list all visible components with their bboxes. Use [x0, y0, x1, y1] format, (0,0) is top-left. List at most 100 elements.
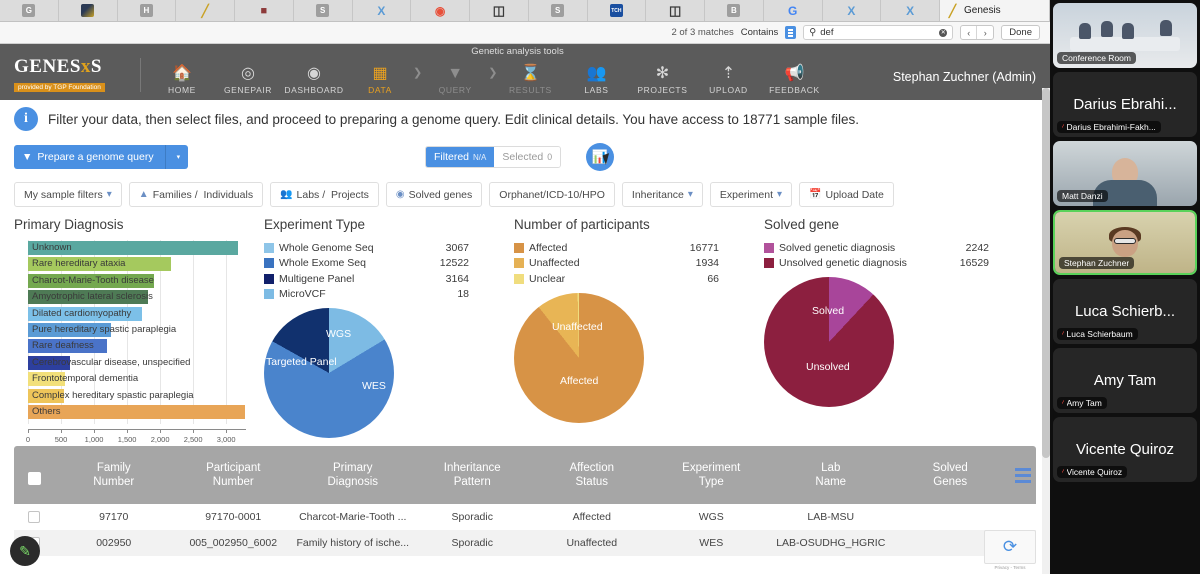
filter-inheritance[interactable]: Inheritance ▾: [621, 182, 703, 207]
x-favicon: X: [377, 3, 386, 18]
book-favicon: ■: [260, 4, 268, 17]
bar-row[interactable]: Charcot-Marie-Tooth disease: [28, 273, 246, 289]
participant-name: Amy Tam: [1066, 398, 1102, 408]
column-header[interactable]: Solved Genes: [891, 461, 1011, 489]
browser-tab[interactable]: G: [763, 0, 823, 21]
column-header[interactable]: Inheritance Pattern: [413, 461, 533, 489]
video-tile[interactable]: Matt Danzi: [1053, 141, 1197, 206]
nav-item-projects[interactable]: ✻ PROJECTS: [629, 65, 695, 95]
browser-tab[interactable]: X: [352, 0, 412, 21]
nav-item-data[interactable]: ▦ DATA: [347, 65, 413, 95]
column-header[interactable]: Affection Status: [532, 461, 652, 489]
filter-solved-genes[interactable]: ◉ Solved genes: [385, 182, 483, 207]
pie-circle[interactable]: Solved Unsolved: [764, 277, 894, 407]
nav-item-home[interactable]: 🏠 HOME: [149, 65, 215, 95]
navbar-caption: Genetic analysis tools: [471, 46, 564, 57]
video-tile[interactable]: Amy Tam ∕ Amy Tam: [1053, 348, 1197, 413]
axis-tick-label: 0: [25, 435, 31, 444]
browser-tab[interactable]: H: [117, 0, 177, 21]
nav-item-feedback[interactable]: 📢 FEEDBACK: [761, 65, 827, 95]
nav-item-results[interactable]: ⌛ RESULTS: [497, 65, 563, 95]
bar-row[interactable]: Dilated cardiomyopathy: [28, 306, 246, 322]
sort-lines-icon[interactable]: [1010, 467, 1036, 483]
filter-upload-date[interactable]: 📅 Upload Date: [799, 182, 894, 207]
bar-row[interactable]: Pure hereditary spastic paraplegia: [28, 322, 246, 338]
table-row[interactable]: 97170 97170-0001 Charcot-Marie-Tooth ... Sp…: [14, 504, 1036, 530]
bar-label: Charcot-Marie-Tooth disease: [32, 274, 154, 286]
video-tile[interactable]: Conference Room: [1053, 3, 1197, 68]
column-header[interactable]: Participant Number: [174, 461, 294, 489]
video-tile[interactable]: Vicente Quiroz ∕ Vicente Quiroz: [1053, 417, 1197, 482]
browser-tab[interactable]: B: [705, 0, 764, 21]
browser-tab[interactable]: ◫: [646, 0, 705, 21]
find-input[interactable]: ⚲ def ✕: [803, 25, 954, 40]
participant-name: Stephan Zuchner: [1064, 258, 1130, 268]
nav-item-genepair[interactable]: ◎ GENEPAIR: [215, 65, 281, 95]
browser-tab-active[interactable]: ╱ Genesis: [940, 0, 1050, 21]
column-header[interactable]: Primary Diagnosis: [293, 461, 413, 489]
nav-item-dashboard[interactable]: ◉ DASHBOARD: [281, 65, 347, 95]
bar-row[interactable]: Frontotemporal dementia: [28, 371, 246, 387]
bar-row[interactable]: Rare deafness: [28, 338, 246, 354]
chevron-right-icon: ❯: [413, 67, 423, 79]
table-row[interactable]: 002950 005_002950_6002 Family history of i…: [14, 530, 1036, 556]
find-nav: ‹ ›: [960, 25, 995, 40]
bar-row[interactable]: Complex hereditary spastic paraplegia: [28, 388, 246, 404]
browser-tab[interactable]: ■: [235, 0, 294, 21]
filter-label: Orphanet/ICD-10/HPO: [499, 188, 605, 201]
browser-tab[interactable]: S: [293, 0, 353, 21]
find-prev-button[interactable]: ‹: [961, 26, 978, 39]
row-checkbox[interactable]: [14, 511, 54, 523]
column-header[interactable]: Family Number: [54, 461, 174, 489]
nav-item-upload[interactable]: ⇡ UPLOAD: [695, 65, 761, 95]
bar-row[interactable]: Unknown: [28, 240, 246, 256]
browser-tab[interactable]: X: [881, 0, 940, 21]
bar-label: Others: [32, 405, 61, 417]
browser-tab[interactable]: X: [822, 0, 882, 21]
prepare-genome-query-button[interactable]: ▼ Prepare a genome query ▾: [14, 145, 189, 169]
selected-tab[interactable]: Selected 0: [494, 147, 561, 167]
bar-row[interactable]: Others: [28, 404, 246, 420]
browser-tab[interactable]: S: [528, 0, 588, 21]
chevron-down-icon[interactable]: ▾: [171, 153, 181, 161]
pie-circle[interactable]: WGS WES Targeted Panel: [264, 308, 394, 438]
video-tile[interactable]: Darius Ebrahi... ∕ Darius Ebrahimi-Fakh...: [1053, 72, 1197, 137]
nav-item-query[interactable]: ▼ QUERY: [422, 65, 488, 95]
browser-tab[interactable]: G: [0, 0, 59, 21]
experiment-type-panel: Experiment Type Whole Genome Seq 3067 Whol…: [264, 217, 514, 440]
browser-tab[interactable]: ╱: [176, 0, 235, 21]
select-all-checkbox[interactable]: [14, 466, 54, 485]
filter-experiment[interactable]: Experiment ▾: [709, 182, 793, 207]
find-mode-toggle[interactable]: [785, 26, 797, 39]
find-done-button[interactable]: Done: [1001, 25, 1040, 40]
bar-row[interactable]: Rare hereditary ataxia: [28, 256, 246, 272]
nav-item-labs[interactable]: 👥 LABS: [563, 65, 629, 95]
scrollbar-thumb[interactable]: [1042, 88, 1050, 458]
find-next-button[interactable]: ›: [977, 26, 993, 39]
pie-circle[interactable]: Affected Unaffected: [514, 292, 644, 423]
browser-tab[interactable]: TCH: [587, 0, 647, 21]
bar-row[interactable]: Cerebrovascular disease, unspecified: [28, 355, 246, 371]
column-header[interactable]: Lab Name: [771, 461, 891, 489]
browser-tab[interactable]: ◫: [470, 0, 529, 21]
video-tile[interactable]: Stephan Zuchner: [1053, 210, 1197, 275]
legend-item: Unclear 66: [514, 271, 764, 287]
genesis-logo[interactable]: GENESxS provided by TGP Foundation: [0, 57, 140, 100]
page-scrollbar[interactable]: [1042, 88, 1050, 574]
filter-orphanet-icd10-hpo[interactable]: Orphanet/ICD-10/HPO: [489, 182, 615, 207]
video-tile[interactable]: Luca Schierb... ∕ Luca Schierbaum: [1053, 279, 1197, 344]
user-name[interactable]: Stephan Zuchner (Admin): [893, 70, 1050, 100]
edit-fab-button[interactable]: ✎: [10, 536, 40, 566]
filter-families-individuals[interactable]: ▲ Families / Individuals: [128, 182, 264, 207]
filtered-tab[interactable]: Filtered N/A: [426, 147, 495, 167]
legend-label: Whole Exome Seq: [279, 257, 366, 270]
browser-tab[interactable]: ◉: [411, 0, 470, 21]
filter-my-sample-filters[interactable]: My sample filters ▾: [14, 182, 122, 207]
clear-icon[interactable]: ✕: [939, 28, 948, 37]
browser-tab[interactable]: [58, 0, 118, 21]
column-header[interactable]: Experiment Type: [652, 461, 772, 489]
filter-labs-projects[interactable]: 👥 Labs / Projects: [270, 182, 379, 207]
legend-label: Unclear: [529, 272, 566, 285]
bar-row[interactable]: Amyotrophic lateral sclerosis: [28, 289, 246, 305]
find-mode[interactable]: Contains: [741, 27, 779, 38]
